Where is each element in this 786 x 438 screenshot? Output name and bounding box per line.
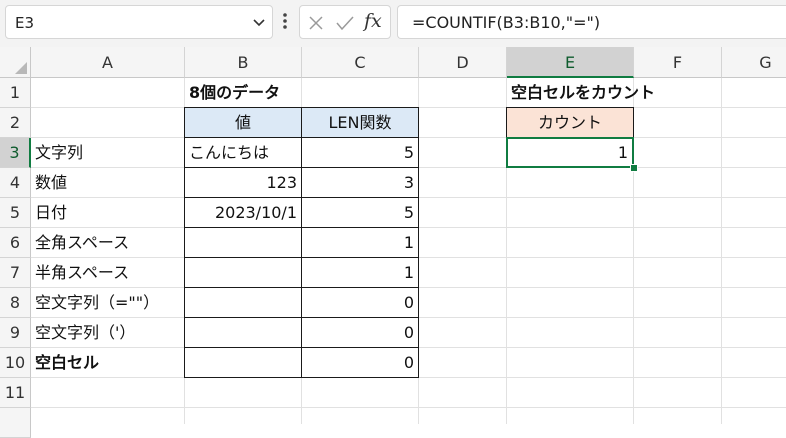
cell-b9[interactable]: [184, 317, 302, 348]
cell-a9[interactable]: 空文字列（'）: [31, 318, 185, 348]
chevron-down-icon[interactable]: [252, 15, 266, 29]
cell-b1-title[interactable]: 8個のデータ: [185, 78, 302, 108]
row-header-5[interactable]: 5: [0, 198, 31, 228]
column-header-d[interactable]: D: [419, 47, 507, 78]
cell-b6[interactable]: [184, 227, 302, 258]
cell-b10[interactable]: [184, 347, 302, 378]
cell-b3[interactable]: こんにちは: [184, 137, 302, 168]
name-box-value: E3: [15, 14, 35, 32]
select-all-button[interactable]: [0, 47, 31, 78]
name-box[interactable]: E3: [5, 5, 273, 39]
cell-e1-title[interactable]: 空白セルをカウント: [507, 78, 655, 108]
row-header-9[interactable]: 9: [0, 318, 31, 348]
cell-a7[interactable]: 半角スペース: [31, 258, 185, 288]
cell-c8[interactable]: 0: [301, 287, 419, 318]
check-icon[interactable]: [336, 15, 354, 31]
formula-input[interactable]: =COUNTIF(B3:B10,"="): [397, 5, 786, 39]
row-header-11[interactable]: 11: [0, 378, 31, 408]
worksheet-grid[interactable]: A B C D E F G 1 2 3 4 5 6 7 8 9 10 11 8個…: [0, 47, 786, 438]
row-header-6[interactable]: 6: [0, 228, 31, 258]
cell-b5[interactable]: 2023/10/1: [184, 197, 302, 228]
more-options-icon[interactable]: [280, 10, 290, 32]
cell-e3-selected[interactable]: 1: [506, 137, 634, 168]
column-header-g[interactable]: G: [722, 47, 786, 78]
gridline: [31, 407, 786, 408]
column-header-c[interactable]: C: [302, 47, 419, 78]
close-icon[interactable]: [308, 15, 324, 31]
row-header-10[interactable]: 10: [0, 348, 31, 378]
cell-c6[interactable]: 1: [301, 227, 419, 258]
cell-b4[interactable]: 123: [184, 167, 302, 198]
cell-c3[interactable]: 5: [301, 137, 419, 168]
column-header-e[interactable]: E: [507, 47, 634, 78]
cell-a5[interactable]: 日付: [31, 198, 185, 228]
cell-a4[interactable]: 数値: [31, 168, 185, 198]
row-header-2[interactable]: 2: [0, 108, 31, 138]
cell-b2-header[interactable]: 値: [184, 107, 302, 138]
column-header-b[interactable]: B: [185, 47, 302, 78]
cell-c5[interactable]: 5: [301, 197, 419, 228]
formula-text: =COUNTIF(B3:B10,"="): [412, 13, 601, 32]
cell-c10[interactable]: 0: [301, 347, 419, 378]
formula-buttons: fx: [299, 5, 391, 39]
formula-bar: E3 fx =COUNTIF(B3:B10,"="): [0, 0, 786, 47]
cell-a3[interactable]: 文字列: [31, 138, 185, 168]
row-header-3[interactable]: 3: [0, 138, 31, 168]
cell-c7[interactable]: 1: [301, 257, 419, 288]
cell-a8[interactable]: 空文字列（=""）: [31, 288, 185, 318]
row-header-1[interactable]: 1: [0, 78, 31, 108]
column-header-f[interactable]: F: [634, 47, 722, 78]
column-header-a[interactable]: A: [31, 47, 185, 78]
cell-c9[interactable]: 0: [301, 317, 419, 348]
row-header-4[interactable]: 4: [0, 168, 31, 198]
row-header-8[interactable]: 8: [0, 288, 31, 318]
row-header-7[interactable]: 7: [0, 258, 31, 288]
cell-a6[interactable]: 全角スペース: [31, 228, 185, 258]
insert-function-button[interactable]: fx: [364, 10, 382, 32]
cell-c2-header[interactable]: LEN関数: [301, 107, 419, 138]
cell-e2-header[interactable]: カウント: [506, 107, 634, 138]
gridline: [721, 78, 722, 424]
row-header-12[interactable]: [0, 408, 31, 438]
cell-c4[interactable]: 3: [301, 167, 419, 198]
cell-b8[interactable]: [184, 287, 302, 318]
select-all-icon: [15, 62, 27, 74]
fill-handle[interactable]: [630, 164, 638, 172]
cell-b7[interactable]: [184, 257, 302, 288]
cell-a10[interactable]: 空白セル: [31, 348, 185, 378]
